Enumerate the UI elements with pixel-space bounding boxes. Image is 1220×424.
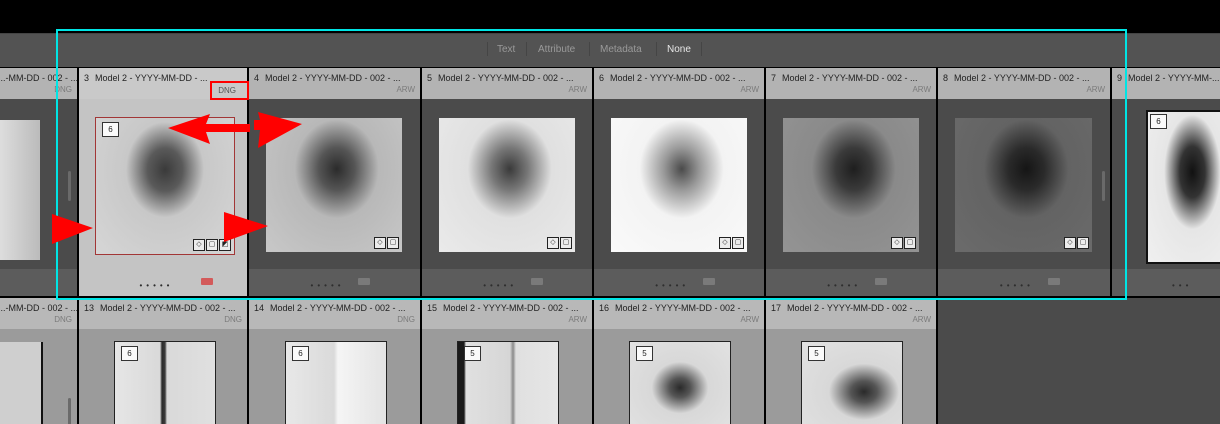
arrow-left-icon xyxy=(168,114,250,144)
annotation-arrows xyxy=(52,112,302,244)
arrow-pointer-icon xyxy=(52,214,93,244)
arrow-right-icon xyxy=(254,112,302,148)
arrow-pointer-icon xyxy=(224,212,268,242)
